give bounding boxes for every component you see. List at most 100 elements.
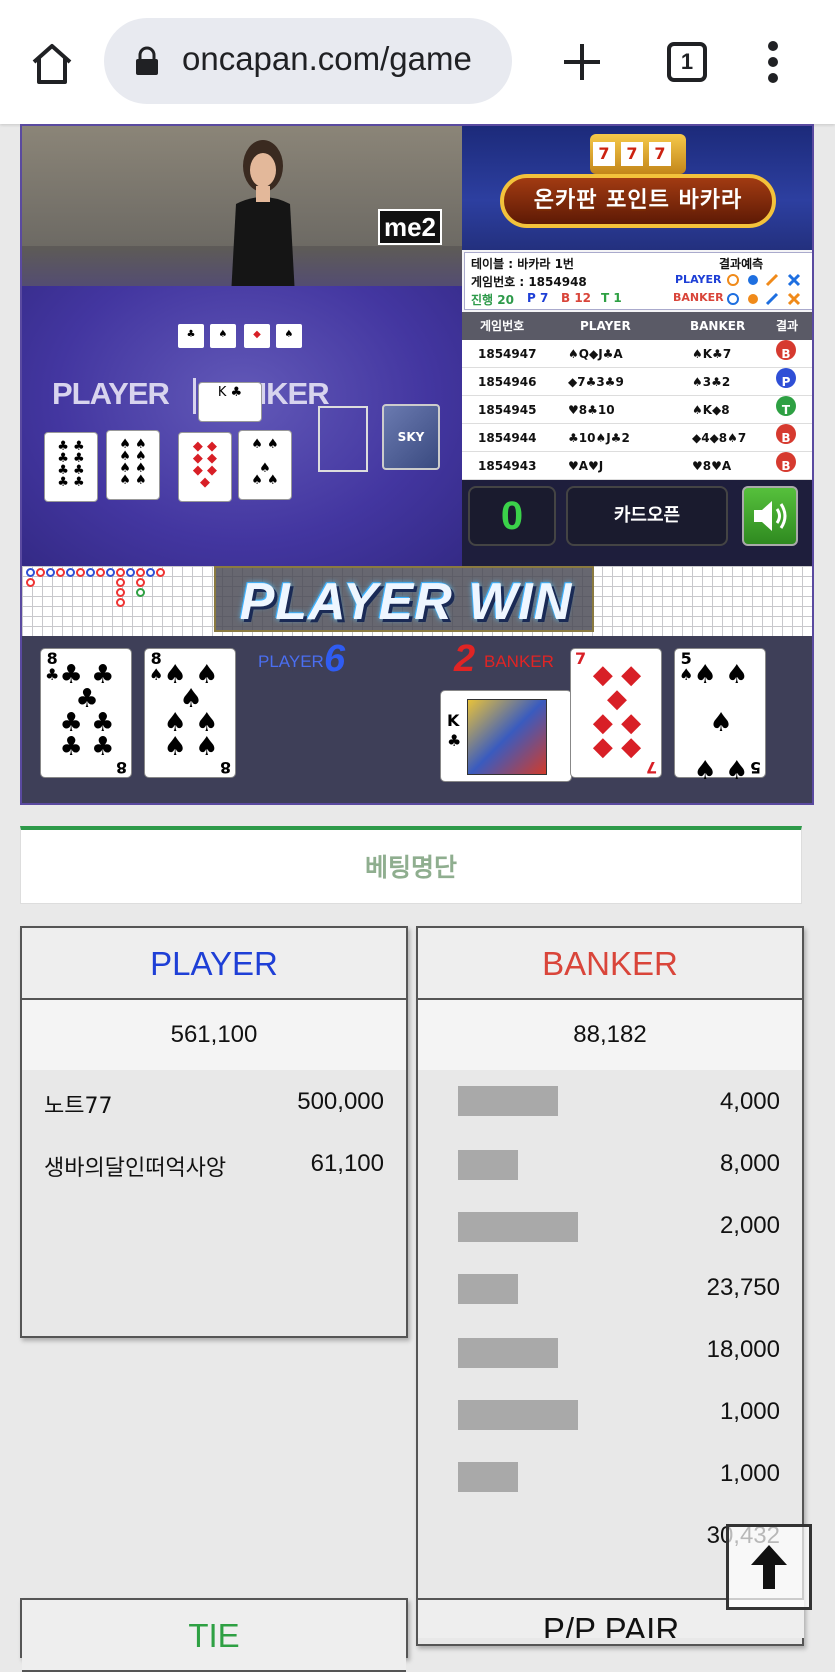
browser-toolbar: oncapan.com/game 1 bbox=[0, 0, 835, 124]
history-banker-cards: ♥8♥A bbox=[692, 459, 732, 473]
new-tab-icon[interactable] bbox=[560, 40, 604, 84]
history-player-cards: ♠Q◆J♣A bbox=[568, 347, 623, 361]
card-rank-bottom: 8 bbox=[219, 758, 231, 777]
card-pips: ♣ ♣ ♣ ♣ ♣ ♣ ♣ bbox=[59, 660, 115, 762]
road-marker bbox=[136, 578, 145, 587]
road-marker bbox=[106, 568, 115, 577]
blurred-name bbox=[458, 1212, 578, 1242]
table-info: 테이블 : 바카라 1번 게임번호 : 1854948 진행 20 P 7 B … bbox=[464, 252, 812, 310]
history-banker-cards: ◆4◆8♠7 bbox=[692, 431, 747, 445]
prediction-banker-label: BANKER bbox=[673, 291, 724, 304]
table-card: ♠ bbox=[276, 324, 302, 348]
blurred-name bbox=[458, 1338, 558, 1368]
road-marker bbox=[26, 578, 35, 587]
history-result-badge: B bbox=[776, 452, 796, 473]
history-banker-cards: ♠K◆8 bbox=[692, 403, 730, 417]
card-pips: ◆ ◆ ◆ ◆ ◆ ◆ ◆ bbox=[592, 660, 642, 762]
card-suit: ♣ bbox=[447, 731, 462, 750]
result-area: 8 ♣ ♣ ♣ ♣ ♣ ♣ ♣ ♣ 8 8 ♠ ♠ ♠ ♠ ♠ ♠ ♠ ♠ 8 PLAYER 6… bbox=[22, 636, 812, 803]
address-bar[interactable]: oncapan.com/game bbox=[104, 18, 512, 104]
tab-switcher-button[interactable]: 1 bbox=[667, 42, 707, 82]
table-card: ◆ bbox=[244, 324, 270, 348]
bet-amount: 2,000 bbox=[719, 1212, 780, 1239]
bet-amount: 1,000 bbox=[719, 1460, 780, 1487]
road-marker bbox=[146, 568, 155, 577]
bet-amount: 61,100 bbox=[310, 1150, 384, 1177]
history-result-badge: T bbox=[776, 396, 796, 417]
king-artwork bbox=[467, 699, 547, 775]
road-marker bbox=[136, 568, 145, 577]
history-row: 1854944 ♣10♠J♣2 ◆4◆8♠7 B bbox=[462, 424, 812, 452]
road-marker bbox=[96, 568, 105, 577]
sound-button[interactable] bbox=[742, 486, 798, 546]
bet-amount: 500,000 bbox=[297, 1088, 384, 1115]
bet-amount: 8,000 bbox=[719, 1150, 780, 1177]
home-icon[interactable] bbox=[28, 40, 76, 88]
blurred-name bbox=[458, 1086, 558, 1116]
history-player-cards: ♥A♥J bbox=[568, 459, 604, 473]
result-player-label: PLAYER bbox=[258, 652, 324, 671]
history-player-cards: ♣10♠J♣2 bbox=[568, 431, 630, 445]
tie-bets-panel: TIE bbox=[20, 1598, 408, 1672]
history-row: 1854946 ◆7♣3♣9 ♠3♣2 P bbox=[462, 368, 812, 396]
history-row: 1854947 ♠Q◆J♣A ♠K♣7 B bbox=[462, 340, 812, 368]
card-open-button[interactable]: 카드오픈 bbox=[566, 486, 728, 546]
road-marker bbox=[86, 568, 95, 577]
road-marker bbox=[116, 568, 125, 577]
road-marker bbox=[156, 568, 165, 577]
table-card: K ♣ bbox=[198, 382, 262, 422]
card-pips: ♠ ♠ ♠ ♠ ♠ bbox=[693, 660, 749, 786]
card-rank-bottom: 5 bbox=[749, 758, 761, 777]
road-marker bbox=[136, 588, 145, 597]
bet-amount: 23,750 bbox=[706, 1274, 780, 1301]
banker-bets-total: 88,182 bbox=[418, 1000, 802, 1070]
road-marker bbox=[116, 578, 125, 587]
betting-list-title: 베팅명단 bbox=[364, 853, 457, 882]
history-header-banker: BANKER bbox=[690, 319, 746, 333]
betting-list-header: 베팅명단 bbox=[20, 826, 802, 904]
arrow-up-icon bbox=[751, 1545, 787, 1589]
history-header-id: 게임번호 bbox=[480, 319, 525, 333]
card-slot bbox=[318, 406, 368, 472]
road-marker bbox=[56, 568, 65, 577]
road-marker bbox=[26, 568, 35, 577]
slot-digit: 7 bbox=[621, 142, 643, 166]
countdown: 0 bbox=[468, 486, 556, 546]
player-wins: P 7 bbox=[527, 291, 549, 305]
slot-machine-icon: 777 bbox=[590, 134, 686, 174]
history-player-cards: ◆7♣3♣9 bbox=[568, 375, 624, 389]
more-menu-icon[interactable] bbox=[766, 40, 780, 84]
table-card: ♣ ♣ ♣ ♣ ♣ ♣ ♣ ♣ bbox=[44, 432, 98, 502]
bettor-name: 노트77 bbox=[44, 1094, 113, 1119]
slot-digit: 7 bbox=[593, 142, 615, 166]
scroll-to-top-button[interactable] bbox=[726, 1524, 812, 1610]
history-header-player: PLAYER bbox=[580, 319, 631, 333]
table-card: ♠ ♠ ♠ ♠ ♠ ♠ ♠ ♠ bbox=[106, 430, 160, 500]
history-banker-cards: ♠K♣7 bbox=[692, 347, 732, 361]
camera-logo: me2 bbox=[378, 209, 442, 245]
history-result-badge: P bbox=[776, 368, 796, 389]
table-label: 테이블 : 바카라 1번 bbox=[471, 257, 574, 271]
banker-wins: B 12 bbox=[561, 291, 592, 305]
history-id: 1854943 bbox=[478, 459, 537, 473]
banner-title: 온카판 포인트 바카라 bbox=[500, 174, 776, 228]
card-rank-bottom: 8 bbox=[115, 758, 127, 777]
history-banker-cards: ♠3♣2 bbox=[692, 375, 731, 389]
player-card-1: 8 ♣ ♣ ♣ ♣ ♣ ♣ ♣ ♣ 8 bbox=[40, 648, 132, 778]
road-marker bbox=[116, 588, 125, 597]
road-marker bbox=[126, 568, 135, 577]
road-marker bbox=[66, 568, 75, 577]
felt-divider bbox=[193, 378, 196, 414]
result-banker-score: 2 bbox=[454, 638, 476, 680]
history-id: 1854944 bbox=[478, 431, 537, 445]
live-video: me2 PLAYER BANKER ♣ ♠ ◆ ♠ ♣ ♣ ♣ ♣ ♣ ♣ ♣ ♣ ♠… bbox=[22, 126, 462, 566]
game-info-panel: 777 온카판 포인트 바카라 테이블 : 바카라 1번 게임번호 : 1854… bbox=[462, 126, 812, 566]
prediction-player-label: PLAYER bbox=[675, 273, 722, 286]
history-id: 1854946 bbox=[478, 375, 537, 389]
player-card-2: 8 ♠ ♠ ♠ ♠ ♠ ♠ ♠ ♠ 8 bbox=[144, 648, 236, 778]
prediction-icons[interactable] bbox=[727, 273, 811, 307]
tie-bets-title: TIE bbox=[22, 1600, 406, 1672]
road-marker bbox=[116, 598, 125, 607]
table-card: ◆ ◆ ◆ ◆ ◆ ◆ ◆ bbox=[178, 432, 232, 502]
table-card: ♠ ♠ ♠ ♠ ♠ bbox=[238, 430, 292, 500]
